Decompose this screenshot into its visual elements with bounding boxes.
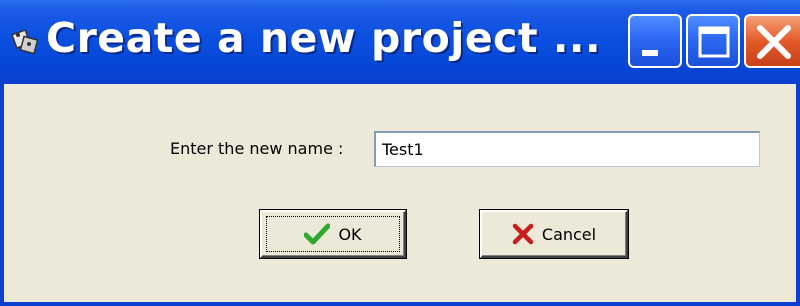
minimize-icon: [642, 50, 658, 56]
ok-button[interactable]: OK: [260, 210, 406, 258]
maximize-icon: [698, 26, 730, 58]
cancel-label: Cancel: [541, 224, 597, 244]
x-mark-icon: [512, 223, 534, 245]
maximize-button[interactable]: [686, 14, 740, 68]
close-icon: [757, 25, 791, 59]
cancel-button[interactable]: Cancel: [480, 210, 628, 258]
focus-rectangle: [266, 216, 400, 252]
app-icon: [8, 26, 42, 60]
title-bar[interactable]: Create a new project ...: [0, 0, 800, 84]
close-button[interactable]: [744, 14, 800, 68]
minimize-button[interactable]: [628, 14, 682, 68]
name-label: Enter the new name :: [170, 139, 344, 158]
project-name-input[interactable]: [374, 131, 760, 167]
window-title: Create a new project ...: [46, 14, 602, 62]
